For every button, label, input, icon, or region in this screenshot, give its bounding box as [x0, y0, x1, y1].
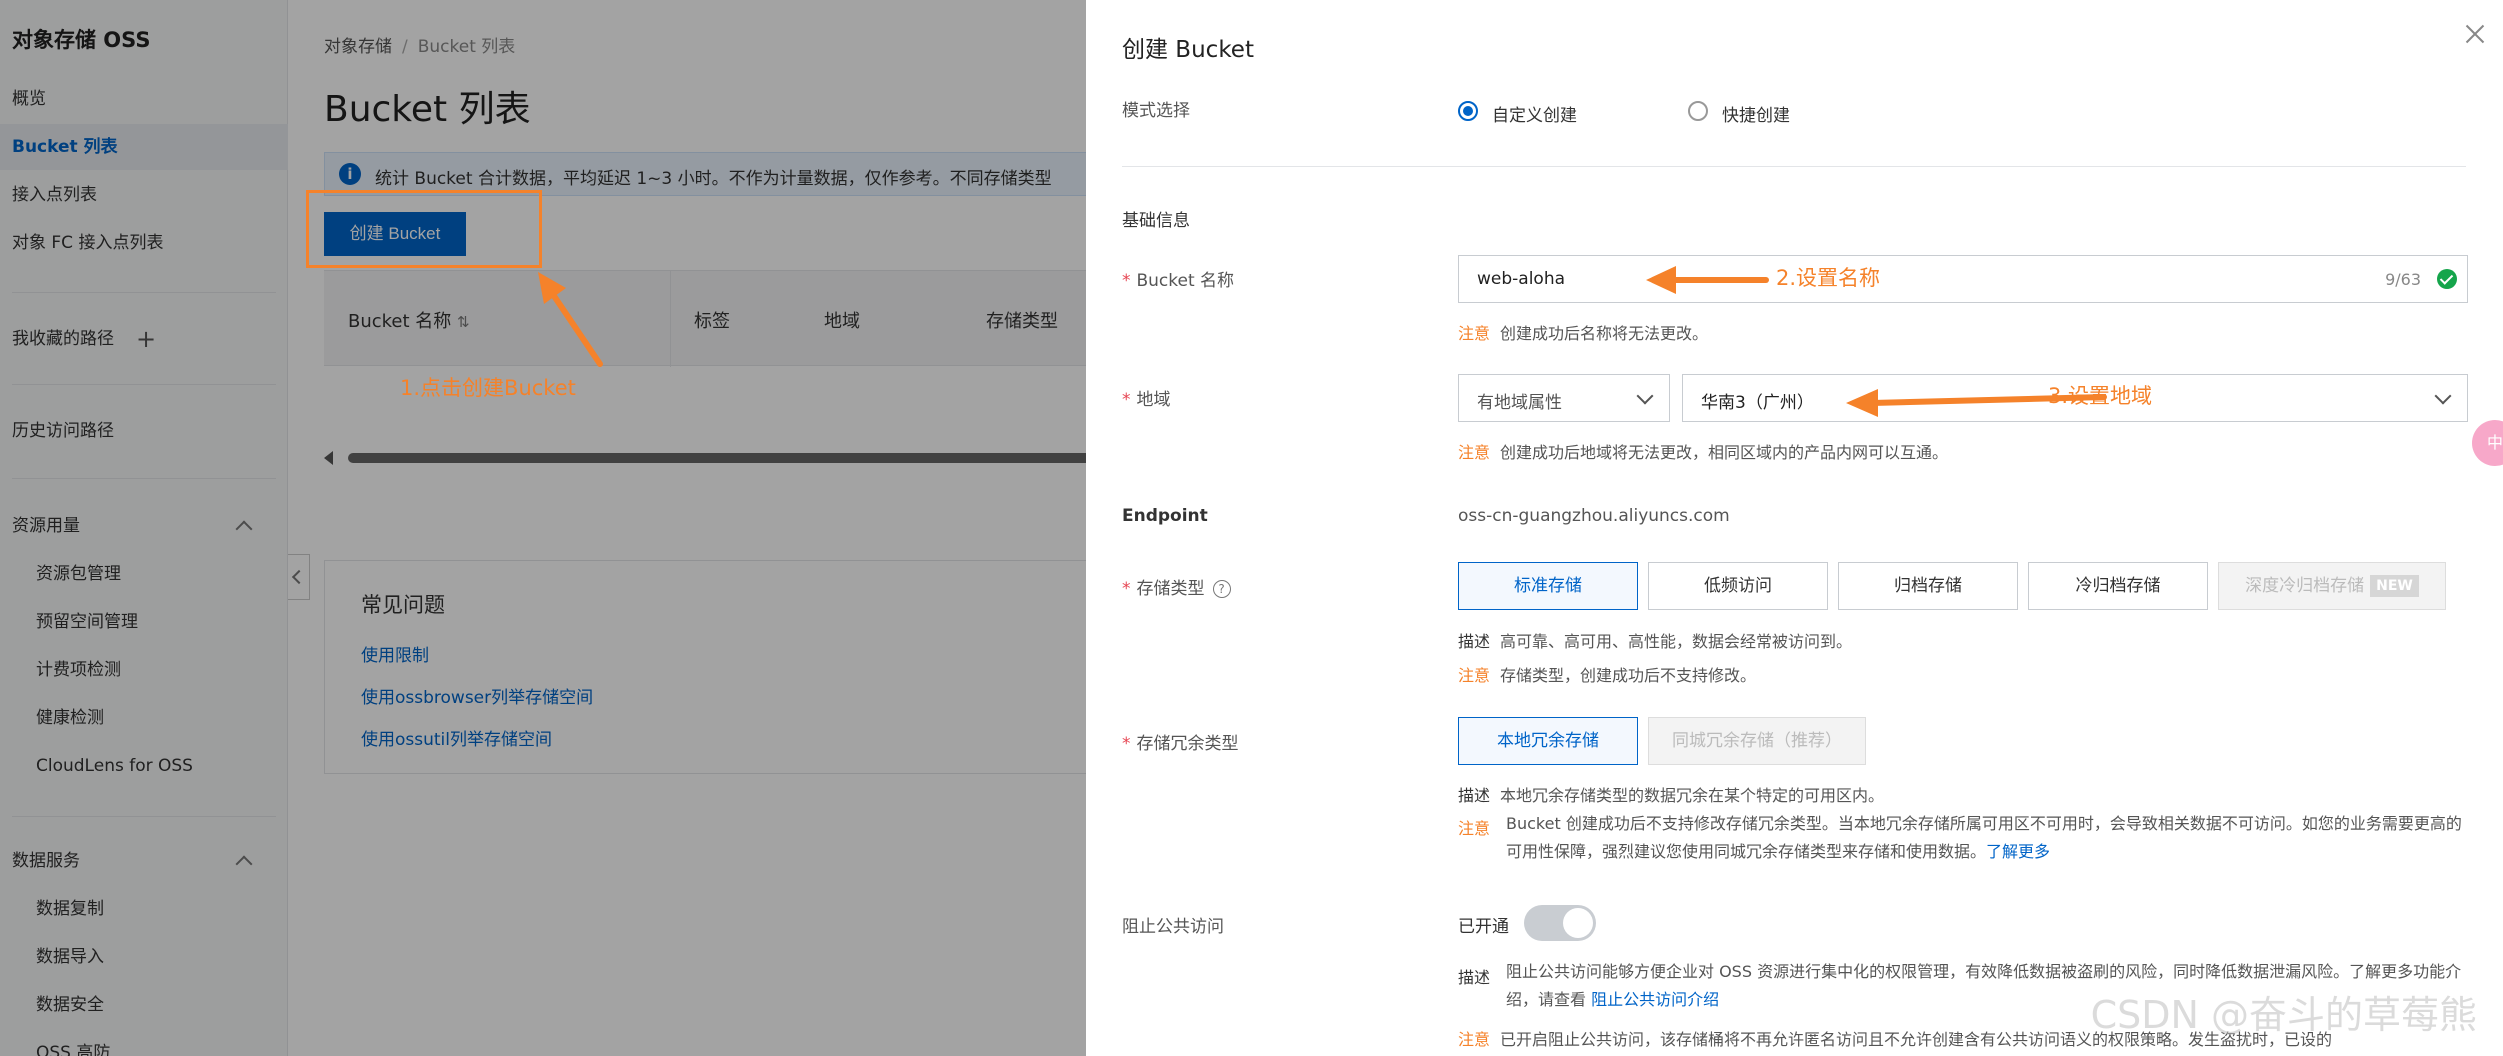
help-icon[interactable]: ? — [1212, 580, 1231, 598]
storage-class-note: 注意 存储类型，创建成功后不支持修改。 — [1458, 666, 1757, 685]
storage-option-standard[interactable]: 标准存储 — [1458, 562, 1638, 610]
section-basic-title: 基础信息 — [1122, 211, 1190, 231]
redundancy-label: * 存储冗余类型 — [1122, 734, 1239, 754]
char-count: 9/63 — [2385, 270, 2421, 289]
annotation-step1: 1.点击创建Bucket — [400, 376, 576, 400]
storage-class-label: * 存储类型? — [1122, 574, 1231, 599]
bucket-name-input[interactable]: web-aloha 9/63 — [1458, 255, 2468, 303]
modal-overlay[interactable] — [0, 0, 1086, 1056]
storage-option-ia[interactable]: 低频访问 — [1648, 562, 1828, 610]
region-label: * 地域 — [1122, 390, 1171, 410]
bucket-name-label: * Bucket 名称 — [1122, 271, 1235, 291]
chevron-down-icon — [1636, 387, 1654, 405]
close-icon[interactable] — [2465, 24, 2485, 44]
block-public-toggle[interactable] — [1524, 905, 1596, 941]
radio-quick[interactable] — [1688, 101, 1708, 121]
redundancy-note: Bucket 创建成功后不支持修改存储冗余类型。当本地冗余存储所属可用区不可用时… — [1506, 814, 2462, 861]
page: 对象存储 OSS 概览 Bucket 列表 接入点列表 对象 FC 接入点列表 … — [0, 0, 2503, 1056]
mode-label: 模式选择 — [1122, 101, 1190, 121]
new-badge: NEW — [2370, 575, 2419, 597]
annotation-step2: 2.设置名称 — [1776, 266, 1881, 290]
annotation-step3: 3.设置地域 — [2048, 384, 2153, 408]
bucket-name-note: 注意 创建成功后名称将无法更改。 — [1458, 324, 1709, 343]
create-bucket-drawer: 创建 Bucket 模式选择 自定义创建 快捷创建 基础信息 * Bucket 名… — [1086, 0, 2503, 1056]
redundancy-desc: 描述 本地冗余存储类型的数据冗余在某个特定的可用区内。 — [1458, 786, 1885, 805]
storage-option-cold-archive[interactable]: 冷归档存储 — [2028, 562, 2208, 610]
block-public-link[interactable]: 阻止公共访问介绍 — [1591, 990, 1719, 1009]
chevron-down-icon — [2434, 387, 2452, 405]
redundancy-note-tag: 注意 — [1458, 819, 1491, 838]
check-icon — [2437, 269, 2457, 289]
region-attr-select[interactable]: 有地域属性 — [1458, 374, 1670, 422]
bucket-name-value: web-aloha — [1477, 269, 1566, 289]
divider — [1122, 166, 2466, 167]
endpoint-label: Endpoint — [1122, 506, 1208, 526]
learn-more-link[interactable]: 了解更多 — [1986, 842, 2050, 861]
endpoint-value: oss-cn-guangzhou.aliyuncs.com — [1458, 506, 1730, 526]
block-public-label: 阻止公共访问 — [1122, 917, 1224, 937]
region-attr-value: 有地域属性 — [1477, 393, 1562, 413]
annotation-box — [306, 190, 542, 268]
storage-option-deep-cold-archive: 深度冷归档存储 NEW — [2218, 562, 2446, 610]
watermark: CSDN @奋斗的草莓熊 — [2090, 993, 2477, 1037]
drawer-title: 创建 Bucket — [1122, 37, 1254, 63]
storage-class-desc: 描述 高可靠、高可用、高性能，数据会经常被访问到。 — [1458, 632, 1853, 651]
radio-custom-label[interactable]: 自定义创建 — [1492, 101, 1577, 126]
annotation-arrow-icon — [1646, 266, 1769, 294]
radio-quick-label[interactable]: 快捷创建 — [1722, 101, 1790, 126]
radio-custom[interactable] — [1458, 101, 1478, 121]
storage-option-archive[interactable]: 归档存储 — [1838, 562, 2018, 610]
block-public-state: 已开通 — [1458, 917, 1509, 937]
redundancy-option-lrs[interactable]: 本地冗余存储 — [1458, 717, 1638, 765]
annotation-arrow-icon — [538, 272, 603, 367]
block-public-desc-tag: 描述 — [1458, 968, 1491, 987]
region-note: 注意 创建成功后地域将无法更改，相同区域内的产品内网可以互通。 — [1458, 443, 1949, 462]
region-value: 华南3（广州） — [1701, 393, 1814, 413]
redundancy-option-zrs: 同城冗余存储（推荐） — [1648, 717, 1866, 765]
